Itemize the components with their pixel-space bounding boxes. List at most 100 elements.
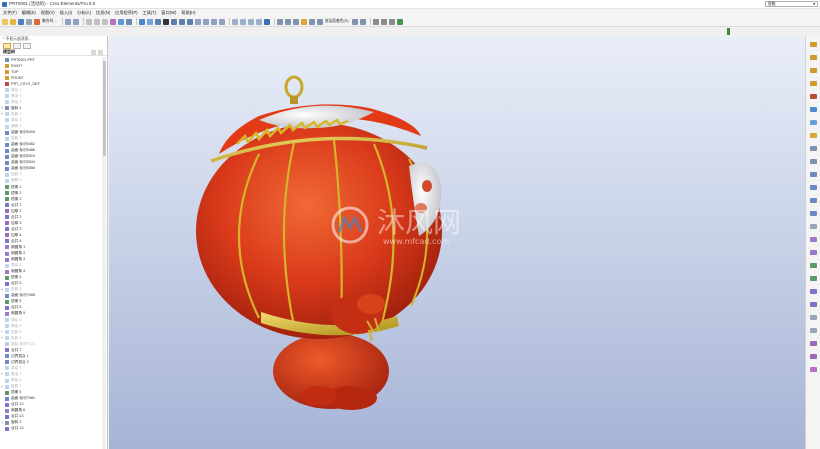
tree-expander[interactable]: + <box>0 288 4 292</box>
tree-expander[interactable]: + <box>0 336 4 340</box>
selection-filter-dropdown[interactable]: 智能 ▼ <box>765 1 818 7</box>
menu-edit[interactable]: 编辑(E) <box>22 10 36 16</box>
email-icon[interactable] <box>34 18 40 25</box>
open-icon[interactable] <box>10 18 16 25</box>
merge-tool-icon[interactable] <box>810 289 817 294</box>
toolbar-label-b[interactable]: 渲染面着色(S) <box>325 19 349 24</box>
solidify-tool-icon[interactable] <box>810 354 817 359</box>
datum-point-tool-icon[interactable] <box>810 81 817 86</box>
tree-expander[interactable]: + <box>0 330 4 334</box>
print-icon[interactable] <box>26 18 32 25</box>
tree-scrollbar[interactable] <box>102 57 106 449</box>
hidden-line-icon[interactable] <box>239 18 246 25</box>
blend-tool-icon[interactable] <box>810 172 817 177</box>
sweep-tool-icon[interactable] <box>810 159 817 164</box>
zoom-out-icon[interactable] <box>178 18 185 25</box>
tree-expander[interactable]: + <box>0 112 4 116</box>
menu-analysis[interactable]: 分析(A) <box>77 10 91 16</box>
tree-item[interactable]: 合并 14 <box>0 426 103 432</box>
menu-tools[interactable]: 工具(T) <box>143 10 157 16</box>
menu-info[interactable]: 信息(N) <box>96 10 110 16</box>
view-manager-icon[interactable] <box>218 18 225 25</box>
trim-tool-icon[interactable] <box>810 302 817 307</box>
save-icon[interactable] <box>18 18 24 25</box>
format-icon[interactable] <box>380 18 387 25</box>
model-display-icon[interactable] <box>308 18 315 25</box>
perspective-icon[interactable] <box>359 18 366 25</box>
analysis-tool-icon[interactable] <box>810 107 817 112</box>
datum-plane-tool-icon[interactable] <box>810 42 817 47</box>
notes-icon[interactable] <box>388 18 395 25</box>
regenerate-icon[interactable] <box>109 18 116 25</box>
csys-tool-icon[interactable] <box>810 94 817 99</box>
view-icon[interactable] <box>351 18 358 25</box>
thicken-tool-icon[interactable] <box>810 341 817 346</box>
hole-tool-icon[interactable] <box>810 185 817 190</box>
tab-favorites[interactable] <box>23 42 31 49</box>
extend-tool-icon[interactable] <box>810 315 817 320</box>
environment-icon[interactable] <box>316 18 323 25</box>
tree-show-icon[interactable] <box>98 50 103 55</box>
menu-insert[interactable]: 插入(I) <box>60 10 72 16</box>
appearance-icon[interactable] <box>162 18 169 25</box>
tree-expander[interactable]: + <box>0 372 4 376</box>
graphics-viewport[interactable]: 沐风网 www.mfcad.com <box>109 36 805 449</box>
menu-file[interactable]: 文件(F) <box>3 10 17 16</box>
menu-view[interactable]: 视图(V) <box>41 10 55 16</box>
wireframe-icon[interactable] <box>231 18 238 25</box>
close-window-icon[interactable] <box>284 18 291 25</box>
refit-icon[interactable] <box>186 18 193 25</box>
menu-help[interactable]: 帮助(H) <box>181 10 195 16</box>
pattern-tool-icon[interactable] <box>810 263 817 268</box>
measure-icon[interactable] <box>292 18 299 25</box>
tree-expander[interactable]: + <box>0 421 4 425</box>
sketch-tool-icon[interactable] <box>810 120 817 125</box>
tab-model-tree[interactable] <box>3 42 11 49</box>
undo-icon[interactable] <box>64 18 71 25</box>
tab-folder-browser[interactable] <box>13 42 21 49</box>
tree-item-label: 合并 12 <box>11 402 24 407</box>
mirror-icon <box>5 299 9 304</box>
annotation-icon[interactable] <box>372 18 379 25</box>
repaint-icon[interactable] <box>138 18 145 25</box>
toolbar-label-a[interactable]: 集合时... <box>42 19 57 24</box>
style-tool-icon[interactable] <box>810 367 817 372</box>
cut-icon[interactable] <box>85 18 92 25</box>
no-hidden-icon[interactable] <box>247 18 254 25</box>
chamfer-tool-icon[interactable] <box>810 250 817 255</box>
saved-views-icon[interactable] <box>202 18 209 25</box>
orient-icon[interactable] <box>154 18 161 25</box>
tree-scrollbar-thumb[interactable] <box>102 61 106 156</box>
offset-tool-icon[interactable] <box>810 328 817 333</box>
zoom-in-icon[interactable] <box>170 18 177 25</box>
tree-settings-icon[interactable] <box>91 50 96 55</box>
menu-window[interactable]: 窗口(W) <box>161 10 176 16</box>
tree-expander[interactable]: + <box>0 106 4 110</box>
tree-expander[interactable]: + <box>0 385 4 389</box>
revolve-tool-icon[interactable] <box>810 146 817 151</box>
select-icon[interactable] <box>125 18 132 25</box>
reorient-icon[interactable] <box>194 18 201 25</box>
extrude-tool-icon[interactable] <box>810 133 817 138</box>
section-icon[interactable] <box>300 18 307 25</box>
round-tool-icon[interactable] <box>810 237 817 242</box>
find-icon[interactable] <box>117 18 124 25</box>
paste-icon[interactable] <box>101 18 108 25</box>
draft-tool-icon[interactable] <box>810 224 817 229</box>
spin-center-icon[interactable] <box>146 18 153 25</box>
redo-icon[interactable] <box>72 18 79 25</box>
window-icon[interactable] <box>276 18 283 25</box>
shell-tool-icon[interactable] <box>810 198 817 203</box>
datum-curve-tool-icon[interactable] <box>810 68 817 73</box>
copy-icon[interactable] <box>93 18 100 25</box>
layers-icon[interactable] <box>210 18 217 25</box>
shading-icon[interactable] <box>255 18 262 25</box>
rib-tool-icon[interactable] <box>810 211 817 216</box>
web-icon[interactable] <box>396 18 403 25</box>
menu-applications[interactable]: 应用程序(P) <box>115 10 137 16</box>
datum-display-icon[interactable] <box>263 18 270 25</box>
mirror-tool-icon[interactable] <box>810 276 817 281</box>
new-icon[interactable] <box>2 18 8 25</box>
tree-item-label: 合并 5 <box>11 281 22 286</box>
datum-axis-tool-icon[interactable] <box>810 55 817 60</box>
